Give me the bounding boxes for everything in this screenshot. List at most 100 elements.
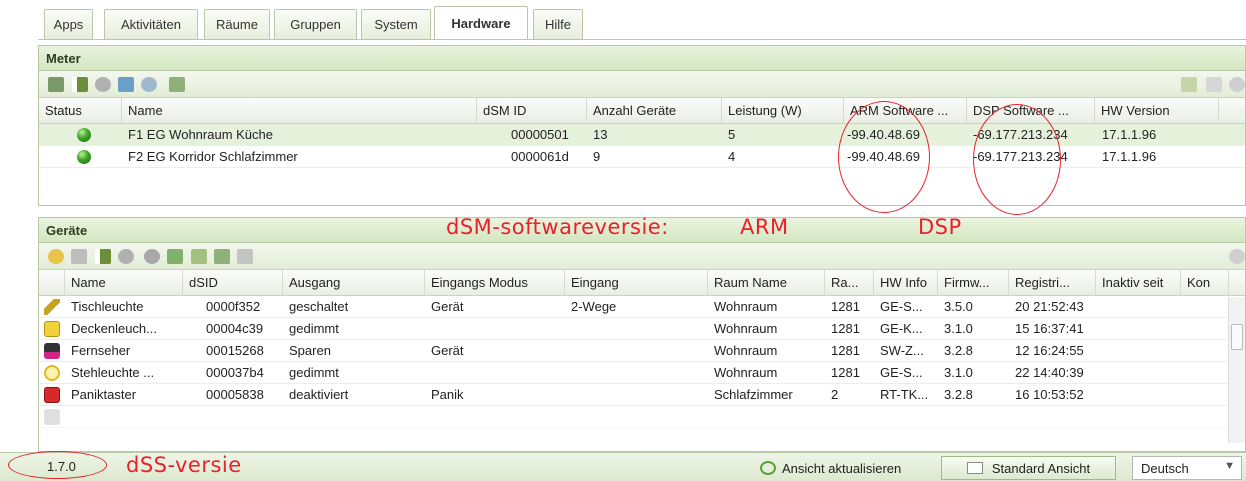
device-registered: 20 21:52:43 <box>1015 299 1084 314</box>
device-row[interactable]: Tischleuchte 0000f352 geschaltet Gerät 2… <box>39 296 1245 318</box>
device-registered: 12 16:24:55 <box>1015 343 1084 358</box>
meter-panel-title: Meter <box>39 46 1245 71</box>
language-select[interactable]: Deutsch ▼ <box>1132 456 1242 480</box>
device-config-icon[interactable] <box>71 249 87 264</box>
chart-icon[interactable] <box>191 249 207 264</box>
scrollbar-thumb[interactable] <box>1231 324 1243 350</box>
annotation-dsp-ellipse <box>973 104 1061 215</box>
device-row[interactable]: Paniktaster 00005838 deaktiviert Panik S… <box>39 384 1245 406</box>
tab-label: System <box>374 17 418 32</box>
column-header[interactable]: Name <box>122 98 477 124</box>
power: 5 <box>728 127 736 142</box>
minus-circle-icon[interactable] <box>1229 77 1245 92</box>
meter-wrench-icon[interactable] <box>48 77 64 92</box>
gear-scan-icon[interactable] <box>95 77 111 92</box>
column-header[interactable]: Eingangs Modus <box>425 270 565 296</box>
search-icon[interactable] <box>141 77 157 92</box>
refresh-device-icon[interactable] <box>118 77 134 92</box>
device-dsid: 000037b4 <box>206 365 264 380</box>
device-row[interactable]: Deckenleuch... 00004c39 gedimmt Wohnraum… <box>39 318 1245 340</box>
device-hw-info: GE-K... <box>880 321 923 336</box>
device-icon <box>44 409 60 425</box>
meter-name: F2 EG Korridor Schlafzimmer <box>128 149 298 164</box>
pencil-tool-icon[interactable] <box>237 249 253 264</box>
device-dsid: 00015268 <box>206 343 264 358</box>
column-header[interactable]: Inaktiv seit <box>1096 270 1181 296</box>
tab-hilfe[interactable]: Hilfe <box>533 9 583 39</box>
document-icon[interactable] <box>1206 77 1222 92</box>
column-header[interactable]: Leistung (W) <box>722 98 844 124</box>
status-footer: 1.7.0 dSS-versie Ansicht aktualisieren S… <box>0 452 1246 481</box>
chevron-down-icon: ▼ <box>1224 460 1235 472</box>
tab-system[interactable]: System <box>361 9 431 39</box>
device-modus: Gerät <box>431 343 464 358</box>
column-header[interactable]: HW Info <box>874 270 938 296</box>
tab-hardware[interactable]: Hardware <box>434 6 528 40</box>
device-list-icon[interactable] <box>167 249 183 264</box>
device-row[interactable]: Fernseher 00015268 Sparen Gerät Wohnraum… <box>39 340 1245 362</box>
column-header[interactable]: Status <box>39 98 122 124</box>
tab-gruppen[interactable]: Gruppen <box>274 9 357 39</box>
settings-icon[interactable] <box>144 249 160 264</box>
device-raum-id: 1281 <box>831 365 860 380</box>
column-header[interactable]: Ra... <box>825 270 874 296</box>
device-ausgang: deaktiviert <box>289 387 349 402</box>
status-online-icon <box>77 150 91 164</box>
column-header[interactable]: Ausgang <box>283 270 425 296</box>
media-icon <box>44 343 60 359</box>
tab-label: Apps <box>53 17 84 32</box>
status-online-icon <box>77 128 91 142</box>
lamp-icon <box>44 365 60 381</box>
device-raum-id: 1281 <box>831 321 860 336</box>
meter-row[interactable]: F1 EG Wohnraum Küche 00000501 13 5 -99.4… <box>39 124 1245 146</box>
tab-aktivitaeten[interactable]: Aktivitäten <box>104 9 198 39</box>
annotation-dss-label: dSS-versie <box>126 453 242 477</box>
hw-version: 17.1.1.96 <box>1102 149 1157 164</box>
column-header[interactable]: Kon <box>1181 270 1229 296</box>
signal-strength-icon[interactable] <box>72 77 88 92</box>
tab-apps[interactable]: Apps <box>44 9 93 39</box>
icon-column-header <box>39 270 65 296</box>
meter-table-header: Status Name dSM ID Anzahl Geräte Leistun… <box>39 98 1245 124</box>
column-header[interactable]: dSM ID <box>477 98 587 124</box>
list-view-icon[interactable] <box>1181 77 1197 92</box>
column-header[interactable]: Raum Name <box>708 270 825 296</box>
device-firmware: 3.5.0 <box>944 299 973 314</box>
device-row-partial[interactable] <box>39 406 1245 428</box>
device-hw-info: GE-S... <box>880 299 923 314</box>
device-raum: Wohnraum <box>714 321 778 336</box>
red-cube-icon <box>44 387 60 403</box>
gear-scan-icon[interactable] <box>118 249 134 264</box>
dsm-id: 0000061d <box>511 149 569 164</box>
device-eingang: 2-Wege <box>571 299 617 314</box>
edit-icon[interactable] <box>214 249 230 264</box>
devices-scrollbar[interactable] <box>1228 297 1245 443</box>
column-header[interactable]: Anzahl Geräte <box>587 98 722 124</box>
annotation-arm: ARM <box>740 215 789 239</box>
column-header[interactable]: Firmw... <box>938 270 1009 296</box>
standard-view-button[interactable]: Standard Ansicht <box>941 456 1116 480</box>
column-header[interactable]: Eingang <box>565 270 708 296</box>
device-row[interactable]: Stehleuchte ... 000037b4 gedimmt Wohnrau… <box>39 362 1245 384</box>
column-header[interactable]: dSID <box>183 270 283 296</box>
edit-icon[interactable] <box>169 77 185 92</box>
meter-row[interactable]: F2 EG Korridor Schlafzimmer 0000061d 9 4… <box>39 146 1245 168</box>
devices-table-header: Name dSID Ausgang Eingangs Modus Eingang… <box>39 270 1245 296</box>
column-header[interactable]: Name <box>65 270 183 296</box>
refresh-view-button[interactable]: Ansicht aktualisieren <box>760 456 901 480</box>
column-header[interactable]: HW Version <box>1095 98 1219 124</box>
tab-bar: Apps Aktivitäten Räume Gruppen System Ha… <box>0 0 1246 40</box>
device-ausgang: gedimmt <box>289 321 339 336</box>
power: 4 <box>728 149 736 164</box>
column-header[interactable]: Registri... <box>1009 270 1096 296</box>
meter-panel: Meter Status Name dSM ID Anzahl Geräte L… <box>38 45 1246 206</box>
device-hw-info: GE-S... <box>880 365 923 380</box>
pencil-icon <box>44 299 60 315</box>
minus-circle-icon[interactable] <box>1229 249 1245 264</box>
bulb-icon[interactable] <box>48 249 64 264</box>
signal-strength-icon[interactable] <box>95 249 111 264</box>
dsm-id: 00000501 <box>511 127 569 142</box>
tab-raeume[interactable]: Räume <box>204 9 270 39</box>
yellow-cube-icon <box>44 321 60 337</box>
device-dsid: 0000f352 <box>206 299 261 314</box>
